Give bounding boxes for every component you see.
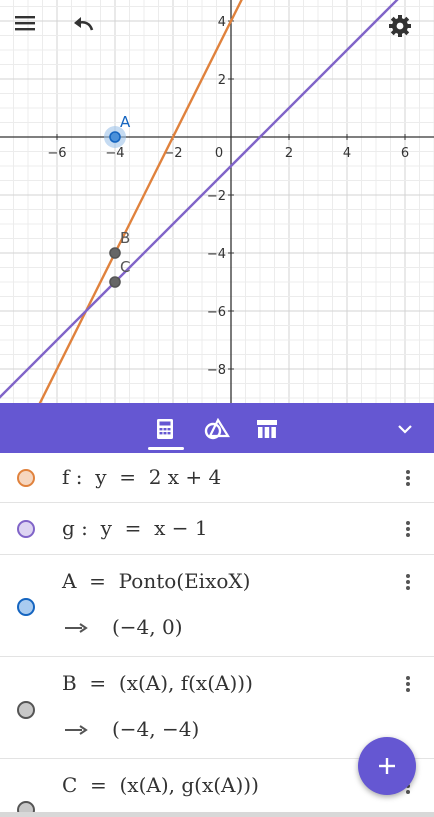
x-tick-label: 0 bbox=[215, 146, 223, 161]
more-vertical-icon bbox=[406, 470, 410, 486]
collapse-panel-button[interactable] bbox=[390, 413, 420, 445]
y-tick-label: −2 bbox=[207, 189, 226, 204]
tab-tools[interactable] bbox=[202, 413, 232, 445]
point-label-A: A bbox=[120, 113, 131, 131]
expression-g[interactable]: g : y = x − 1 bbox=[62, 516, 208, 540]
point-A bbox=[109, 131, 121, 143]
graphics-view[interactable]: −6 −4 −2 0 2 4 6 4 2 −2 −4 −6 −8 A B C bbox=[0, 0, 434, 403]
x-tick-label: −4 bbox=[105, 146, 124, 161]
algebra-row-g[interactable]: g : y = x − 1 bbox=[0, 503, 434, 555]
output-A: (−4, 0) bbox=[112, 615, 183, 639]
more-options-button[interactable] bbox=[398, 517, 418, 541]
more-vertical-icon bbox=[406, 676, 410, 692]
gear-icon bbox=[389, 15, 411, 37]
x-tick-label: 4 bbox=[343, 146, 351, 161]
undo-icon bbox=[74, 17, 94, 31]
plus-icon bbox=[379, 758, 395, 774]
output-B: (−4, −4) bbox=[112, 717, 200, 741]
x-tick-label: 6 bbox=[401, 146, 409, 161]
more-options-button[interactable] bbox=[398, 672, 418, 696]
menu-button[interactable] bbox=[14, 14, 46, 46]
long-right-arrow-icon bbox=[65, 725, 88, 735]
x-tick-label: −6 bbox=[47, 146, 66, 161]
add-input-button[interactable] bbox=[358, 737, 416, 795]
tools-shapes-icon bbox=[204, 418, 230, 440]
expression-B[interactable]: B = (x(A), f(x(A))) bbox=[62, 671, 253, 695]
table-icon bbox=[257, 420, 277, 438]
y-tick-label: −8 bbox=[207, 363, 226, 378]
coordinate-plane[interactable]: −6 −4 −2 0 2 4 642−2−4−6−8ABC bbox=[0, 0, 434, 403]
x-tick-label: 2 bbox=[285, 146, 293, 161]
active-tab-indicator bbox=[148, 447, 184, 450]
expression-C[interactable]: C = (x(A), g(x(A))) bbox=[62, 773, 259, 797]
visibility-toggle-B[interactable] bbox=[17, 701, 35, 719]
chevron-down-icon bbox=[398, 425, 412, 434]
visibility-toggle-f[interactable] bbox=[17, 469, 35, 487]
y-tick-label: −4 bbox=[207, 247, 226, 262]
expression-f[interactable]: f : y = 2 x + 4 bbox=[62, 465, 221, 489]
calculator-icon bbox=[157, 419, 173, 439]
settings-button[interactable] bbox=[388, 14, 420, 46]
hamburger-menu-icon bbox=[15, 16, 35, 31]
undo-button[interactable] bbox=[72, 14, 104, 46]
y-tick-label: 4 bbox=[218, 15, 226, 30]
output-arrow bbox=[64, 719, 88, 740]
bottom-edge bbox=[0, 812, 434, 817]
y-tick-label: 2 bbox=[218, 73, 226, 88]
expression-A[interactable]: A = Ponto(EixoX) bbox=[62, 569, 250, 593]
tab-algebra[interactable] bbox=[150, 413, 180, 445]
visibility-toggle-g[interactable] bbox=[17, 520, 35, 538]
more-vertical-icon bbox=[406, 521, 410, 537]
point-label-B: B bbox=[120, 229, 130, 247]
long-right-arrow-icon bbox=[65, 623, 88, 633]
more-options-button[interactable] bbox=[398, 466, 418, 490]
visibility-toggle-A[interactable] bbox=[17, 598, 35, 616]
more-vertical-icon bbox=[406, 574, 410, 590]
point-B bbox=[109, 247, 121, 259]
view-tabs-bar bbox=[0, 403, 434, 453]
y-tick-label: −6 bbox=[207, 305, 226, 320]
algebra-row-A[interactable]: A = Ponto(EixoX) (−4, 0) bbox=[0, 555, 434, 657]
more-options-button[interactable] bbox=[398, 570, 418, 594]
algebra-row-f[interactable]: f : y = 2 x + 4 bbox=[0, 453, 434, 503]
tab-table[interactable] bbox=[252, 413, 282, 445]
point-C bbox=[109, 276, 121, 288]
point-label-C: C bbox=[120, 258, 130, 276]
output-arrow bbox=[64, 617, 88, 638]
